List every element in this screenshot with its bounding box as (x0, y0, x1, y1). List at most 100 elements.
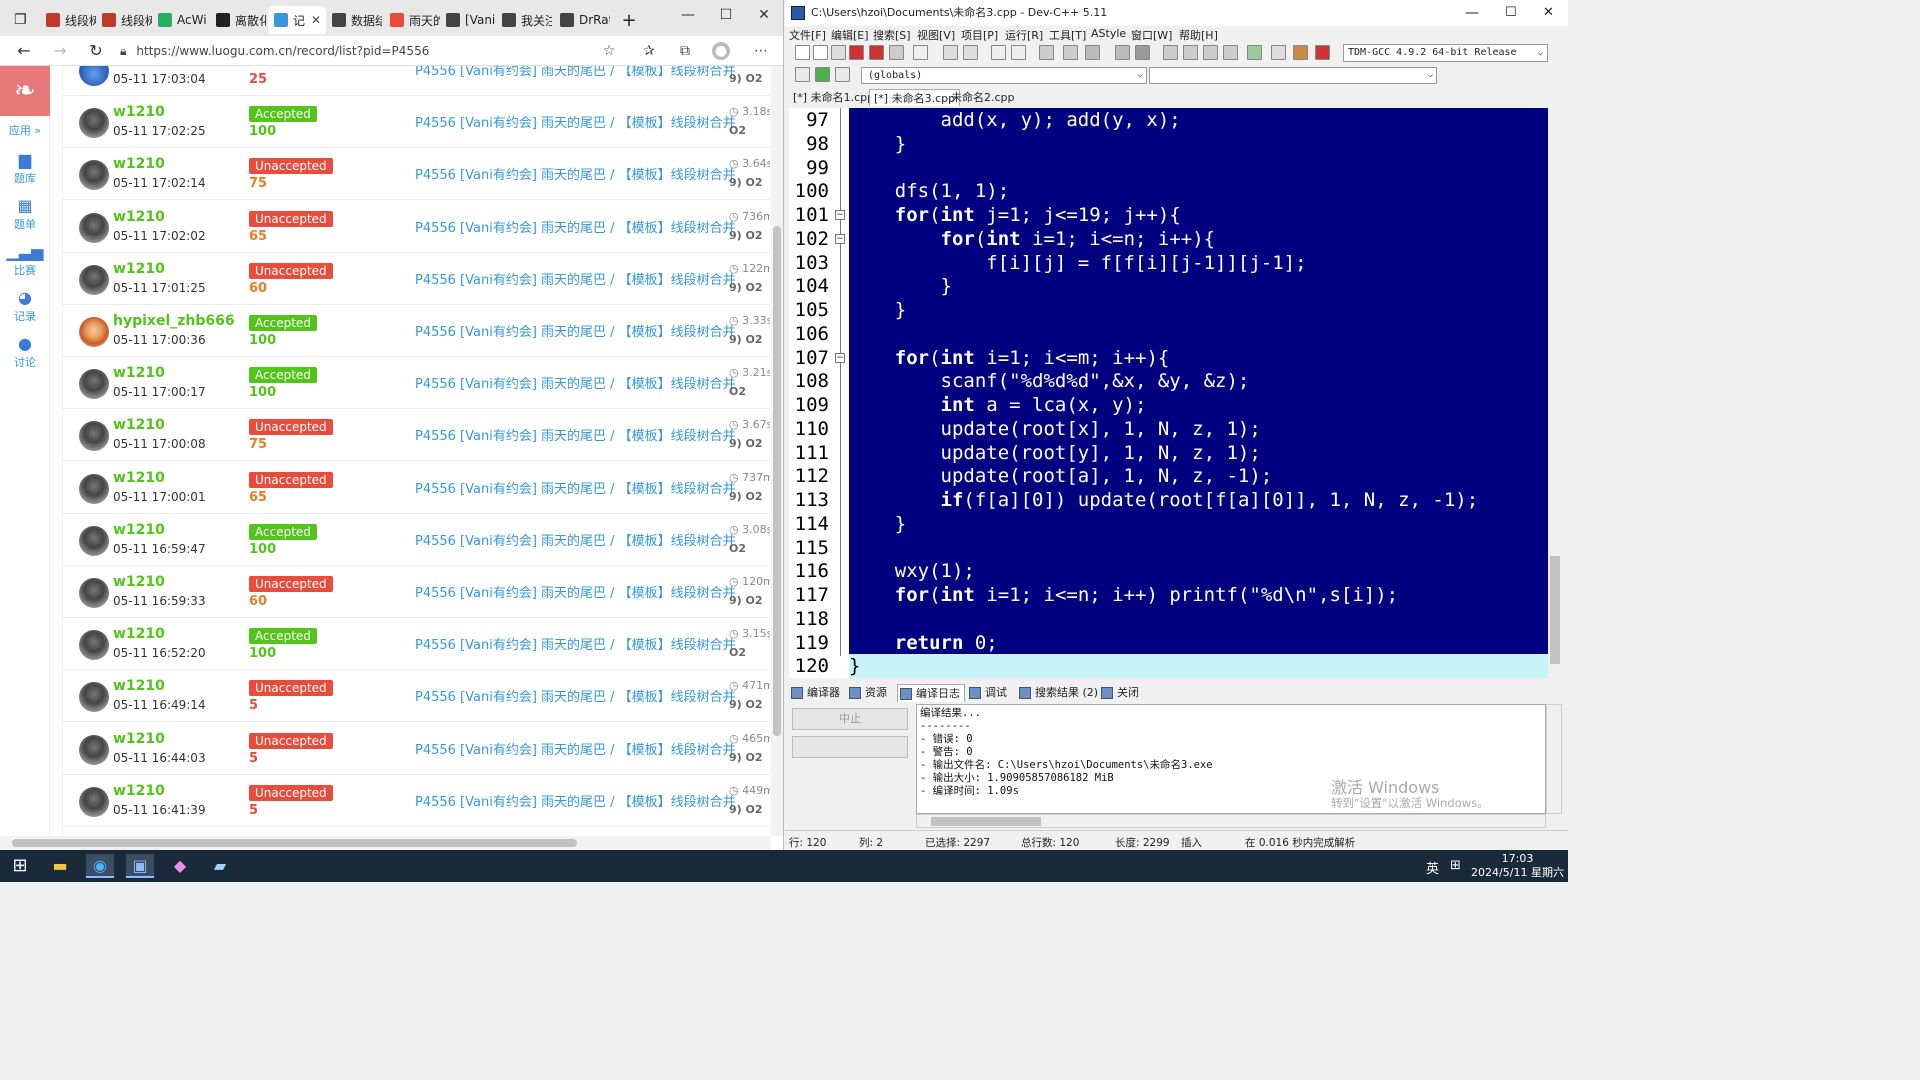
code-line[interactable]: for(int i=1; i<=n; i++) printf("%d\n",s[… (849, 583, 1552, 607)
scroll-thumb[interactable] (773, 226, 781, 736)
code-line[interactable]: for(int j=1; j<=19; j++){ (849, 203, 1552, 227)
back-button[interactable]: ← (14, 41, 34, 61)
nav-item-0[interactable]: ▆ 题库 (0, 150, 50, 186)
toolbar-icon[interactable] (1315, 45, 1330, 60)
record-username[interactable]: w1210 (113, 470, 165, 486)
avatar[interactable] (79, 212, 109, 243)
toolbar-icon[interactable] (1039, 45, 1054, 60)
abort-compile-button[interactable]: 中止 (792, 708, 908, 730)
toolbar-icon[interactable] (1115, 45, 1130, 60)
record-username[interactable]: w1210 (113, 678, 165, 694)
status-badge[interactable]: Unaccepted (249, 732, 333, 749)
code-line[interactable] (849, 156, 1552, 180)
log-scrollbar-horizontal[interactable] (916, 814, 1546, 828)
bottom-tab[interactable]: 调试 (967, 684, 1015, 702)
menu-item[interactable]: AStyle (1091, 27, 1126, 40)
toolbar-icon[interactable] (869, 45, 884, 60)
code-line[interactable]: update(root[x], 1, N, z, 1); (849, 417, 1552, 441)
status-badge[interactable]: Accepted (249, 315, 317, 331)
windows-start-button[interactable]: ⊞ (6, 854, 34, 878)
avatar[interactable] (79, 473, 109, 504)
tab-actions-button[interactable]: ❐ (0, 6, 40, 34)
toolbar-icon[interactable] (831, 45, 846, 60)
toolbar-icon[interactable] (813, 45, 828, 60)
record-username[interactable]: w1210 (113, 209, 165, 225)
toolbar-icon[interactable] (1247, 45, 1262, 60)
browser-tab[interactable]: 离散化 (210, 6, 266, 34)
edge-browser-icon[interactable]: ◉ (86, 854, 114, 878)
toolbar-icon[interactable] (963, 45, 978, 60)
nav-item-1[interactable]: ▦ 题单 (0, 196, 50, 232)
bottom-tab[interactable]: 搜索结果 (2) (1017, 684, 1098, 702)
toolbar-icon[interactable] (849, 45, 864, 60)
avatar[interactable] (79, 160, 109, 191)
url-field[interactable]: 🔒︎ https://www.luogu.com.cn/record/list?… (120, 39, 625, 63)
record-problem-link[interactable]: P4556 [Vani有约会] 雨天的尾巴 / 【模板】线段树合并 (415, 269, 736, 288)
menu-item[interactable]: 文件[F] (789, 27, 826, 43)
menu-item[interactable]: 搜索[S] (873, 27, 911, 43)
editor-scrollbar[interactable] (1548, 108, 1562, 678)
record-username[interactable]: w1210 (113, 365, 165, 381)
browser-tab[interactable]: AcWi (152, 6, 208, 34)
status-badge[interactable]: Accepted (249, 106, 317, 123)
code-line[interactable]: wxy(1); (849, 559, 1552, 583)
close-button[interactable]: ✕ (744, 4, 783, 26)
toolbar-icon[interactable] (889, 45, 904, 60)
avatar[interactable] (79, 264, 109, 295)
toolbar-icon[interactable] (1011, 45, 1026, 60)
code-line[interactable] (849, 322, 1552, 346)
luogu-logo[interactable]: ❧ (0, 66, 50, 116)
status-badge[interactable]: Accepted (249, 367, 317, 384)
menu-item[interactable]: 帮助[H] (1179, 27, 1218, 43)
toolbar-icon[interactable] (1135, 45, 1150, 60)
refresh-button[interactable]: ↻ (86, 41, 106, 61)
avatar[interactable] (79, 786, 109, 817)
app-icon[interactable]: ◆ (166, 854, 194, 878)
system-clock[interactable]: 17:03 2024/5/11 星期六 (1470, 852, 1565, 880)
toolbar-icon[interactable] (815, 67, 830, 82)
code-line[interactable]: add(x, y); add(y, x); (849, 108, 1552, 132)
keyboard-layout-icon[interactable]: ⊞ (1450, 858, 1461, 873)
symbol-select[interactable]: ⌵ (1149, 67, 1437, 84)
code-line[interactable]: } (849, 132, 1552, 156)
close-tab-icon[interactable]: ✕ (311, 13, 321, 27)
toolbar-icon[interactable] (795, 67, 810, 82)
record-username[interactable]: w1210 (113, 522, 165, 538)
record-problem-link[interactable]: P4556 [Vani有约会] 雨天的尾巴 / 【模板】线段树合并 (415, 425, 736, 444)
code-line[interactable]: } (849, 512, 1552, 536)
record-problem-link[interactable]: P4556 [Vani有约会] 雨天的尾巴 / 【模板】线段树合并 (415, 530, 736, 549)
code-line[interactable]: f[i][j] = f[f[i][j-1]][j-1]; (849, 251, 1552, 275)
status-badge[interactable]: Unaccepted (249, 419, 333, 436)
browser-tab[interactable]: 线段树 (96, 6, 152, 34)
toolbar-icon[interactable] (1293, 45, 1308, 60)
code-area[interactable]: add(x, y); add(y, x); } dfs(1, 1); for(i… (849, 108, 1552, 678)
menu-item[interactable]: 窗口[W] (1131, 27, 1172, 43)
avatar[interactable] (79, 369, 109, 400)
toolbar-icon[interactable] (1163, 45, 1178, 60)
bottom-tab[interactable]: 关闭 (1099, 684, 1143, 702)
code-line[interactable]: update(root[y], 1, N, z, 1); (849, 441, 1552, 465)
record-username[interactable]: w1210 (113, 626, 165, 642)
avatar[interactable] (79, 734, 109, 765)
devcpp-taskbar-icon[interactable]: ▣ (126, 854, 154, 878)
profile-avatar[interactable]: ● (712, 42, 730, 60)
avatar[interactable] (79, 317, 109, 347)
code-line[interactable]: for(int i=1; i<=n; i++){ (849, 227, 1552, 251)
status-badge[interactable]: Unaccepted (249, 210, 333, 227)
avatar[interactable] (79, 421, 109, 452)
menu-item[interactable]: 视图[V] (917, 27, 955, 43)
file-tab[interactable]: 未命名2.cpp (947, 89, 1019, 106)
nav-item-4[interactable]: ● 讨论 (0, 334, 50, 370)
record-problem-link[interactable]: P4556 [Vani有约会] 雨天的尾巴 / 【模板】线段树合并 (415, 164, 736, 183)
compiler-select[interactable]: TDM-GCC 4.9.2 64-bit Release ⌵ (1343, 44, 1548, 62)
record-problem-link[interactable]: P4556 [Vani有约会] 雨天的尾巴 / 【模板】线段树合并 (415, 112, 736, 131)
scroll-thumb-horizontal[interactable] (931, 817, 1041, 826)
nav-item-3[interactable]: ◕ 记录 (0, 288, 50, 324)
more-menu-icon[interactable]: ⋯ (752, 42, 770, 60)
record-username[interactable]: w1210 (113, 783, 165, 799)
code-line[interactable]: } (849, 654, 1552, 678)
avatar[interactable] (79, 682, 109, 713)
record-username[interactable]: w1210 (113, 261, 165, 277)
toolbar-icon[interactable] (1183, 45, 1198, 60)
notepad-icon[interactable]: ▰ (206, 854, 234, 878)
